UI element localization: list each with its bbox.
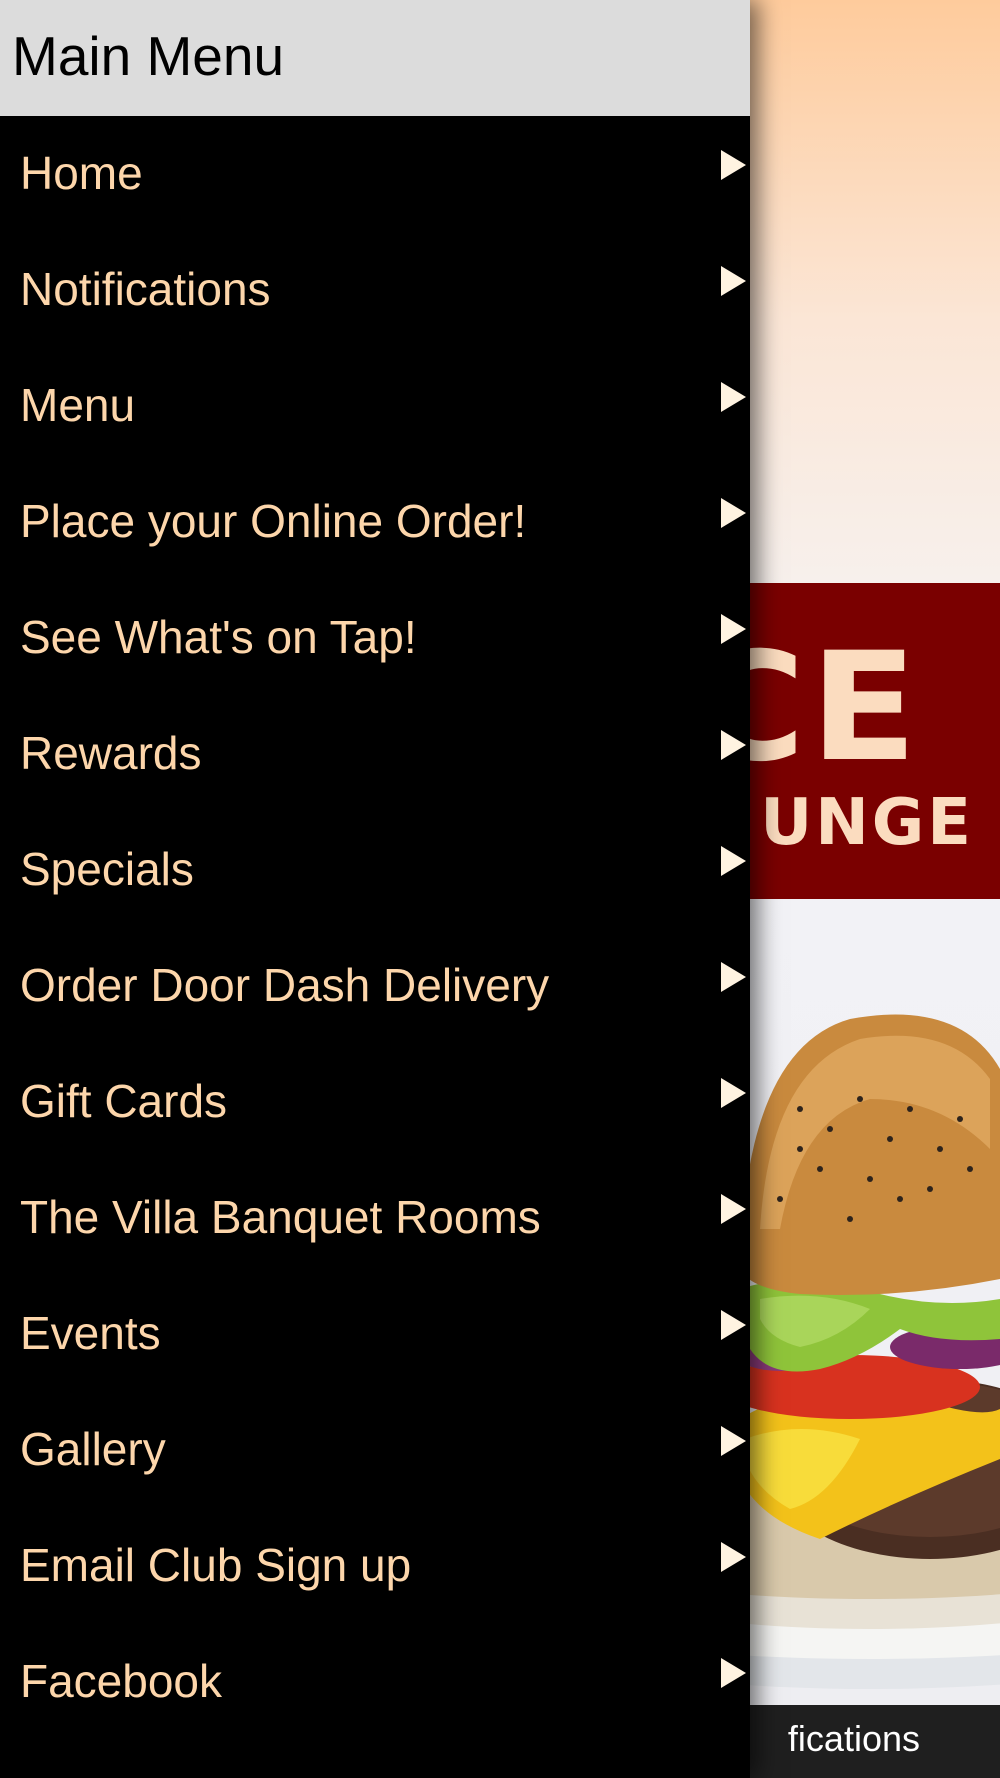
menu-item-label: The Villa Banquet Rooms (20, 1191, 541, 1243)
chevron-right-icon (721, 730, 746, 760)
menu-list: Home Notifications Menu Place your Online O… (0, 116, 750, 1740)
chevron-right-icon (721, 1310, 746, 1340)
chevron-right-icon (721, 962, 746, 992)
menu-item-label: Specials (20, 843, 194, 895)
chevron-right-icon (721, 1542, 746, 1572)
menu-item-events[interactable]: Events (0, 1276, 750, 1392)
menu-item-rewards[interactable]: Rewards (0, 696, 750, 812)
chevron-right-icon (721, 1658, 746, 1688)
menu-item-specials[interactable]: Specials (0, 812, 750, 928)
menu-item-gallery[interactable]: Gallery (0, 1392, 750, 1508)
menu-item-label: Home (20, 147, 143, 199)
menu-item-label: Notifications (20, 263, 271, 315)
menu-item-door-dash[interactable]: Order Door Dash Delivery (0, 928, 750, 1044)
menu-item-online-order[interactable]: Place your Online Order! (0, 464, 750, 580)
menu-item-label: Events (20, 1307, 161, 1359)
menu-item-label: Facebook (20, 1655, 223, 1707)
menu-item-label: Gift Cards (20, 1075, 228, 1127)
drawer-title: Main Menu (12, 25, 285, 87)
chevron-right-icon (721, 150, 746, 180)
chevron-right-icon (721, 614, 746, 644)
menu-item-label: Rewards (20, 727, 202, 779)
menu-item-label: Gallery (20, 1423, 166, 1475)
menu-item-label: Place your Online Order! (20, 495, 527, 547)
menu-item-notifications[interactable]: Notifications (0, 232, 750, 348)
chevron-right-icon (721, 1426, 746, 1456)
menu-item-label: Menu (20, 379, 136, 431)
menu-item-facebook[interactable]: Facebook (0, 1624, 750, 1740)
chevron-right-icon (721, 498, 746, 528)
menu-item-banquet-rooms[interactable]: The Villa Banquet Rooms (0, 1160, 750, 1276)
menu-item-label: See What's on Tap! (20, 611, 417, 663)
chevron-right-icon (721, 846, 746, 876)
chevron-right-icon (721, 1078, 746, 1108)
menu-item-on-tap[interactable]: See What's on Tap! (0, 580, 750, 696)
menu-item-label: Order Door Dash Delivery (20, 959, 550, 1011)
chevron-right-icon (721, 266, 746, 296)
menu-item-label: Email Club Sign up (20, 1539, 412, 1591)
menu-item-gift-cards[interactable]: Gift Cards (0, 1044, 750, 1160)
chevron-right-icon (721, 1194, 746, 1224)
navigation-drawer: Main Menu Home Notifications Menu Place you… (0, 0, 750, 1778)
logo-text-line2: UNGE (760, 786, 974, 860)
chevron-right-icon (721, 382, 746, 412)
menu-item-menu[interactable]: Menu (0, 348, 750, 464)
tab-notifications-label: fications (787, 1718, 920, 1759)
app-screen: CE UNGE fications Main Menu Home Notific… (0, 0, 1000, 1778)
drawer-header: Main Menu (0, 0, 750, 116)
menu-item-home[interactable]: Home (0, 116, 750, 232)
menu-item-email-club[interactable]: Email Club Sign up (0, 1508, 750, 1624)
